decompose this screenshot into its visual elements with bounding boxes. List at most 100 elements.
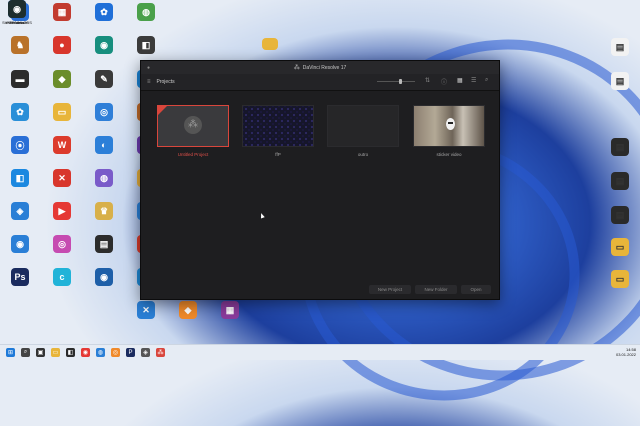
- project-card[interactable]: ffP: [242, 105, 314, 157]
- app-icon[interactable]: ◍: [96, 348, 105, 357]
- desktop-icon[interactable]: ♛: [87, 202, 121, 222]
- document-icon: ▤: [611, 38, 629, 56]
- explorer-icon[interactable]: ▭: [51, 348, 60, 357]
- app-icon[interactable]: ◧: [66, 348, 75, 357]
- folder-icon: [262, 38, 278, 50]
- app-icon: ◐: [95, 136, 113, 154]
- app-icon[interactable]: ◉: [81, 348, 90, 357]
- app-icon: ▶: [53, 202, 71, 220]
- app-icon: ✿: [95, 3, 113, 21]
- grid-view-icon[interactable]: ▦: [457, 77, 463, 84]
- desktop-icon[interactable]: ▭: [603, 238, 637, 258]
- desktop-icon[interactable]: ◆: [45, 70, 79, 90]
- desktop-icon[interactable]: ✿: [3, 103, 37, 123]
- app-icon: ✿: [11, 103, 29, 121]
- project-thumbnail[interactable]: [413, 105, 485, 147]
- search-icon[interactable]: ⌕: [485, 77, 488, 84]
- project-thumbnail[interactable]: ⁂: [157, 105, 229, 147]
- desktop-icon[interactable]: ◉ Streamlabs OBS: [0, 0, 34, 25]
- open-button[interactable]: Open: [461, 285, 491, 294]
- desktop-icon[interactable]: ✕: [129, 301, 163, 321]
- desktop-icon[interactable]: ◧: [129, 36, 163, 56]
- desktop-icon[interactable]: ◍: [129, 3, 163, 23]
- app-icon: ◉: [11, 235, 29, 253]
- system-tray[interactable]: 14:58 03.01.2022: [616, 347, 636, 357]
- list-view-icon[interactable]: ☰: [471, 77, 476, 84]
- desktop-icon[interactable]: ◆: [171, 301, 205, 321]
- desktop-icon[interactable]: ▤: [603, 138, 637, 158]
- document-icon: ▭: [611, 238, 629, 256]
- desktop-icon[interactable]: ▬: [3, 70, 37, 90]
- project-name: sticker video: [436, 152, 462, 157]
- project-name: ffP: [275, 152, 281, 157]
- desktop-icon[interactable]: ▶: [45, 202, 79, 222]
- projects-toolbar: ≡ Projects ⇅ ⓘ ▦ ☰ ⌕: [141, 74, 499, 91]
- menu-icon[interactable]: ≡: [147, 79, 151, 85]
- project-card[interactable]: sticker video: [413, 105, 485, 157]
- app-icon: ⦿: [11, 136, 29, 154]
- desktop-icon[interactable]: ●: [45, 36, 79, 56]
- resolve-logo-icon: ⁂: [184, 116, 202, 134]
- app-icon: ▭: [53, 103, 71, 121]
- desktop-icon[interactable]: ◉: [87, 268, 121, 288]
- desktop-icon[interactable]: ▦: [213, 301, 247, 321]
- desktop-icon[interactable]: W: [45, 136, 79, 156]
- app-icon: ◉: [95, 36, 113, 54]
- desktop-icon[interactable]: ◎: [87, 103, 121, 123]
- new-project-button[interactable]: New Project: [369, 285, 411, 294]
- new-folder-button[interactable]: New Folder: [415, 285, 457, 294]
- face-sticker: [446, 118, 455, 130]
- app-icon: Ps: [11, 268, 29, 286]
- desktop-icon[interactable]: ♞: [3, 36, 37, 56]
- app-icon: ◍: [137, 3, 155, 21]
- desktop-icon[interactable]: ◉: [87, 36, 121, 56]
- project-card[interactable]: ⁂ Untitled Project: [157, 105, 229, 157]
- desktop-icon[interactable]: ✿: [87, 3, 121, 23]
- app-icon: ●: [53, 36, 71, 54]
- desktop-icon[interactable]: ▭: [603, 270, 637, 290]
- desktop-icon[interactable]: ◧: [3, 169, 37, 189]
- desktop-icon[interactable]: ◎: [45, 235, 79, 255]
- app-icon: ◈: [11, 202, 29, 220]
- desktop-icon[interactable]: ◍: [87, 169, 121, 189]
- task-view-icon[interactable]: ▣: [36, 348, 45, 357]
- desktop-icon[interactable]: Ps: [3, 268, 37, 288]
- search-icon[interactable]: ⌕: [21, 348, 30, 357]
- desktop-icon[interactable]: ▤: [603, 72, 637, 92]
- photoshop-icon[interactable]: P: [126, 348, 135, 357]
- sort-icon[interactable]: ⇅: [425, 77, 430, 84]
- selected-corner-badge: [158, 106, 167, 115]
- info-icon[interactable]: ⓘ: [441, 77, 447, 86]
- desktop-icon[interactable]: ▦: [45, 3, 79, 23]
- project-thumbnail[interactable]: [242, 105, 314, 147]
- desktop-icon[interactable]: ◉: [3, 235, 37, 255]
- firefox-icon[interactable]: ◎: [111, 348, 120, 357]
- resolve-taskbar-icon[interactable]: ⁂: [156, 348, 165, 357]
- desktop-icon[interactable]: ▤: [603, 172, 637, 192]
- window-menu-icon[interactable]: ●: [147, 65, 150, 71]
- project-thumbnail[interactable]: [327, 105, 399, 147]
- desktop-icon[interactable]: ▤: [87, 235, 121, 255]
- desktop-folder[interactable]: [253, 38, 287, 52]
- app-icon: ◉: [8, 0, 26, 18]
- app-icon: ◎: [53, 235, 71, 253]
- project-name: outro: [357, 152, 369, 157]
- desktop-icon[interactable]: ▭: [45, 103, 79, 123]
- app-icon: W: [53, 136, 71, 154]
- start-icon[interactable]: ⊞: [6, 348, 15, 357]
- app-icon: ◎: [95, 103, 113, 121]
- section-title: Projects: [156, 79, 175, 85]
- desktop-icon[interactable]: ✎: [87, 70, 121, 90]
- thumbnail-size-slider[interactable]: [377, 79, 415, 84]
- app-icon[interactable]: ◈: [141, 348, 150, 357]
- project-card[interactable]: outro: [327, 105, 399, 157]
- desktop-icon[interactable]: ▤: [603, 206, 637, 226]
- desktop-icon[interactable]: c: [45, 268, 79, 288]
- desktop-icon[interactable]: ⦿: [3, 136, 37, 156]
- desktop-icon[interactable]: ▤: [603, 38, 637, 58]
- desktop-icon[interactable]: ◈: [3, 202, 37, 222]
- desktop-icon[interactable]: ◐: [87, 136, 121, 156]
- app-icon: ◧: [11, 169, 29, 187]
- slider-knob[interactable]: [399, 79, 402, 84]
- desktop-icon[interactable]: ✕: [45, 169, 79, 189]
